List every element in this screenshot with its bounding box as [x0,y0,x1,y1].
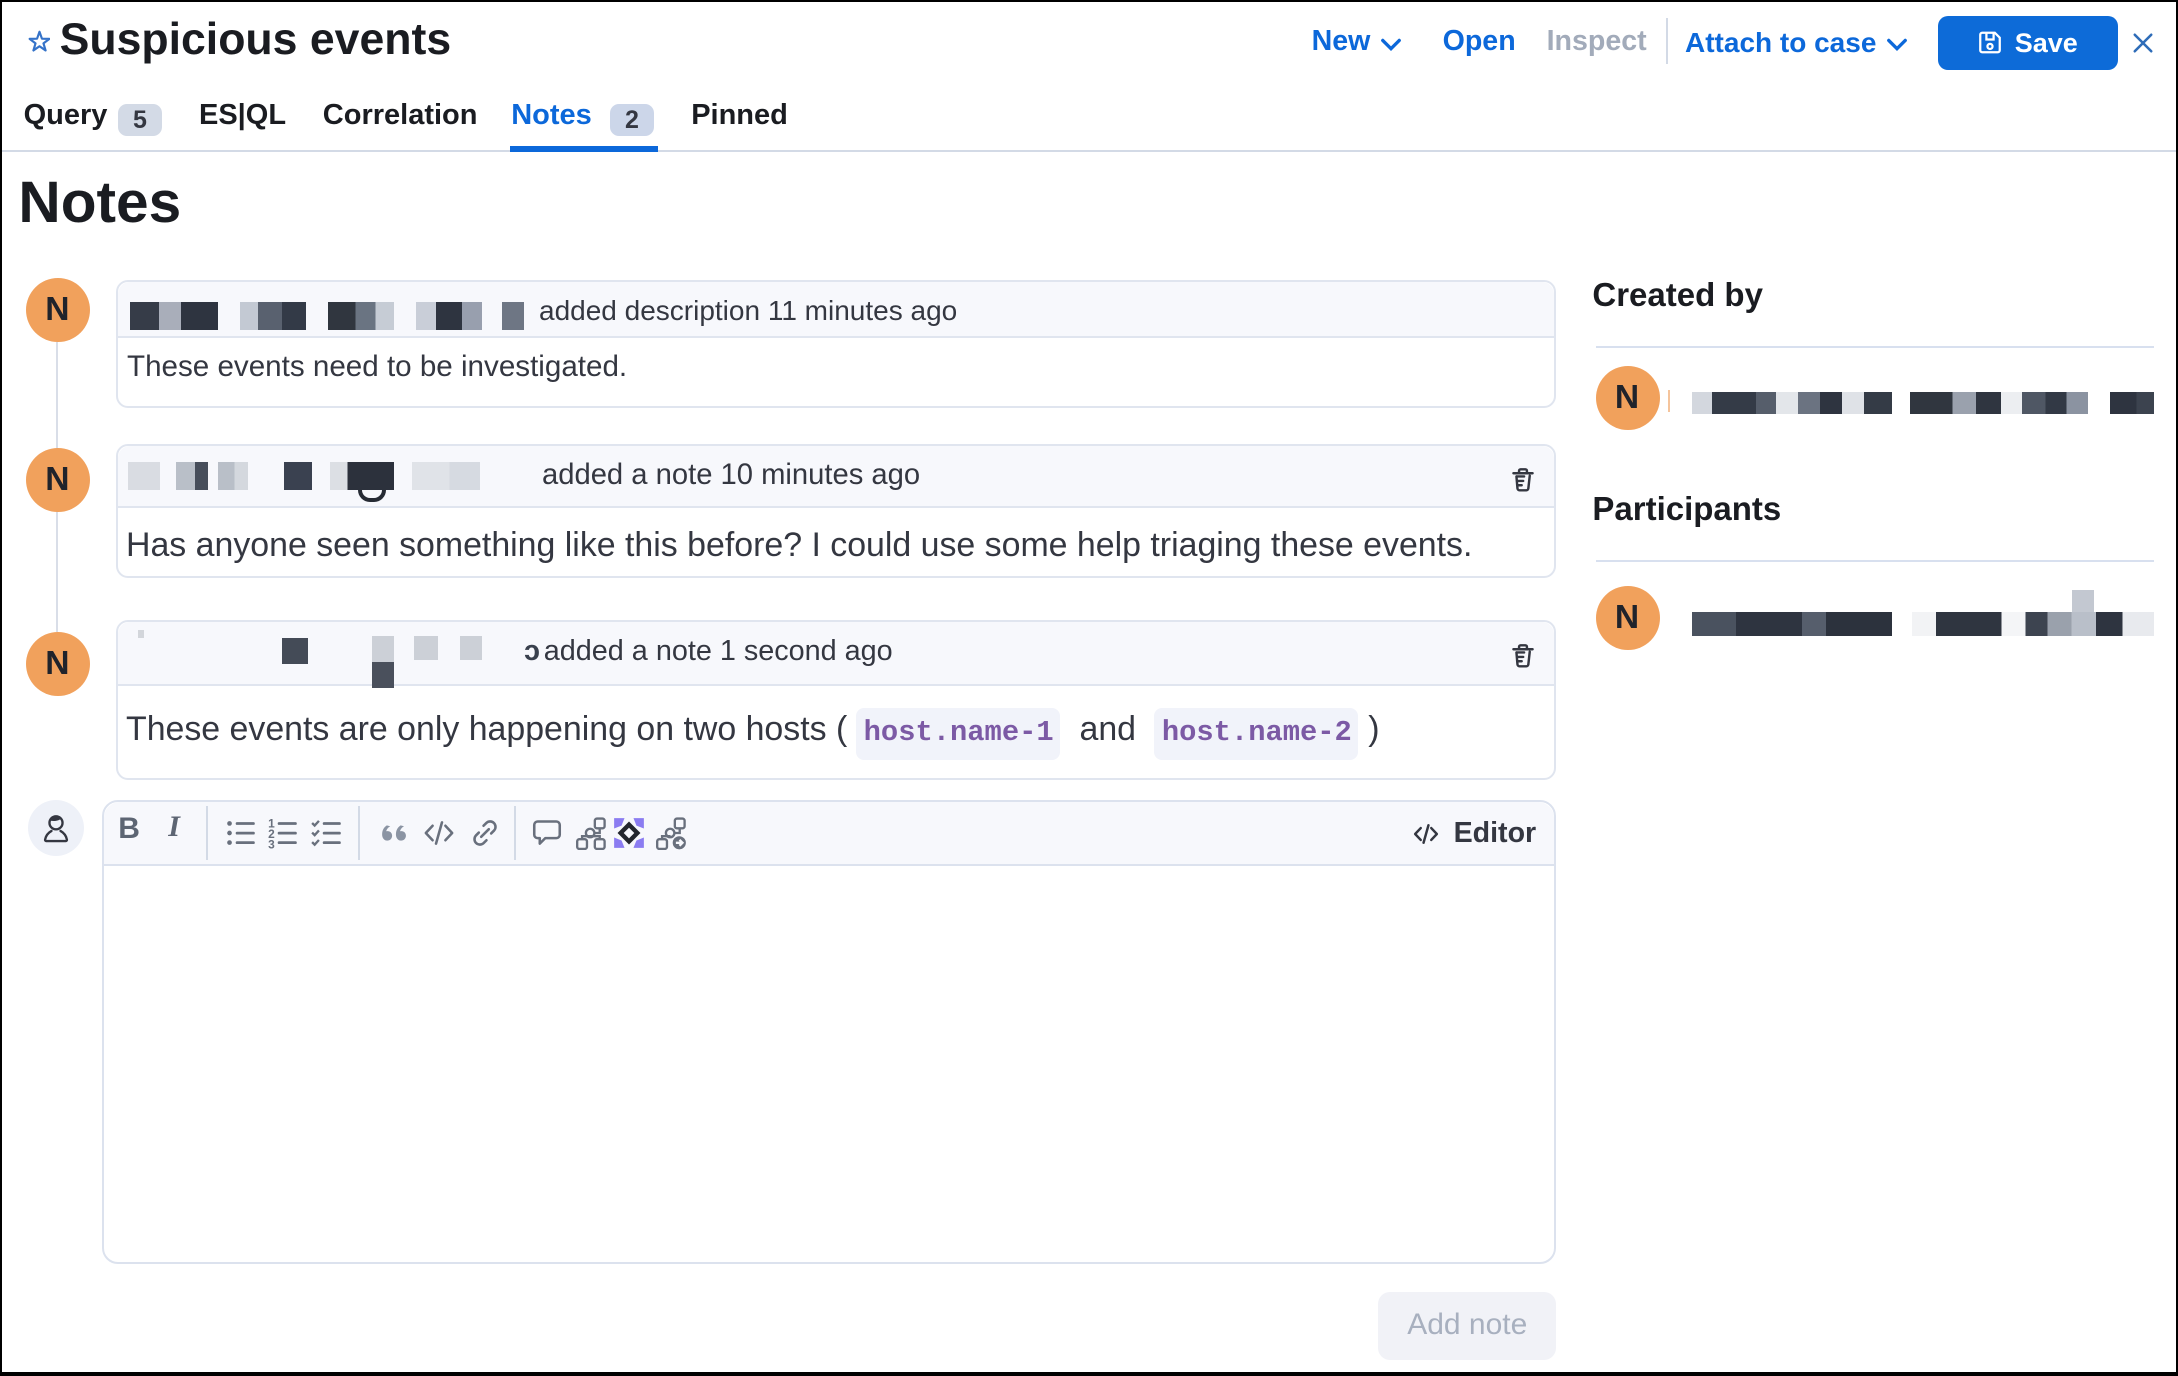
svg-text:3: 3 [267,838,274,850]
